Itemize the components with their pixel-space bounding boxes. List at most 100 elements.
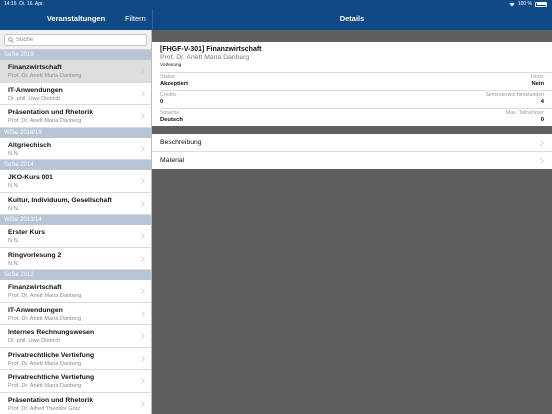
- chevron-right-icon: [141, 355, 145, 362]
- chevron-right-icon: [141, 200, 145, 207]
- course-item-title: Internes Rechnungswesen: [8, 329, 95, 336]
- course-item-lecturer: N.N.: [8, 205, 20, 212]
- course-list-item[interactable]: Privatrechtliche Vertiefung Prof. Dr. Ane…: [0, 370, 151, 393]
- course-item-lecturer: Prof. Dr. Anett Maria Danberg: [8, 293, 82, 299]
- info-value-status: Akzeptiert: [160, 81, 189, 87]
- course-item-title: Erster Kurs: [8, 229, 46, 236]
- course-item-lecturer: Dr. phil. Uwe Dietrich: [8, 95, 61, 102]
- course-item-title: Präsentation und Rhetorik: [8, 109, 93, 116]
- description-row[interactable]: Beschreibung: [152, 134, 552, 152]
- course-item-title: Finanzwirtschaft: [8, 64, 62, 71]
- chevron-right-icon: [141, 310, 145, 317]
- course-item-lecturer: N.N.: [8, 150, 20, 157]
- status-bar: 14:16 Di. 16. Apr. 100 %: [0, 0, 552, 9]
- search-input[interactable]: [16, 37, 136, 43]
- info-value-max-participants: 0: [540, 117, 544, 123]
- course-list-item[interactable]: Präsentation und Rhetorik Prof. Dr. Alfre…: [0, 393, 151, 414]
- course-item-title: Altgriechisch: [8, 141, 52, 149]
- course-list-item[interactable]: Präsentation und Rhetorik Prof. Dr. Anett…: [0, 105, 151, 128]
- info-label-sws: Semesterwochenstunden: [485, 92, 544, 98]
- course-list-item[interactable]: IT-Anwendungen Prof. Dr. Anett Maria Danb…: [0, 303, 151, 325]
- info-value-hoerer: Nein: [531, 81, 544, 87]
- section-header: SoSe 2014: [0, 160, 151, 170]
- search-icon: [8, 37, 14, 43]
- detail-card: [FHGF-V-301] Finanzwirtschaft Prof. Dr. …: [152, 42, 552, 126]
- info-row-credits: Credits 0 Semesterwochenstunden 4: [160, 90, 544, 108]
- section-header: SoSe 2019: [0, 50, 151, 60]
- info-value-language: Deutsch: [160, 117, 183, 123]
- course-list-item[interactable]: Finanzwirtschaft Prof. Dr. Anett Maria Da…: [0, 280, 151, 303]
- course-item-title: Präsentation und Rhetorik: [8, 396, 93, 404]
- search-bar: [0, 30, 151, 50]
- battery-label: 100 %: [517, 1, 532, 7]
- course-list-item[interactable]: Privatrechtliche Vertiefung Prof. Dr. Ane…: [0, 348, 151, 370]
- course-list-item[interactable]: IT-Anwendungen Dr. phil. Uwe Dietrich: [0, 83, 151, 105]
- course-item-title: Privatrechtliche Vertiefung: [8, 374, 95, 381]
- course-list-item[interactable]: Kultur, Individuum, Gesellschaft N.N.: [0, 193, 151, 215]
- chevron-right-icon: [141, 68, 145, 74]
- course-item-lecturer: Prof. Dr. Anett Maria Danberg: [8, 118, 82, 124]
- course-item-title: Kultur, Individuum, Gesellschaft: [8, 196, 112, 204]
- course-list-item[interactable]: Finanzwirtschaft Prof. Dr. Anett Maria Da…: [0, 60, 151, 83]
- course-item-title: IT-Anwendungen: [8, 86, 63, 94]
- course-item-lecturer: Prof. Dr. Anett Maria Danberg: [8, 360, 82, 367]
- description-label: Beschreibung: [160, 139, 202, 146]
- navigation-bar: Veranstaltungen Filtern Details: [0, 9, 552, 30]
- chevron-right-icon: [141, 378, 145, 384]
- section-header: WiSe 2013/14: [0, 215, 151, 225]
- chevron-right-icon: [141, 145, 145, 152]
- info-label-max-participants: Max. Teilnehmer: [506, 110, 544, 116]
- material-label: Material: [160, 156, 185, 164]
- course-list-item[interactable]: JKO-Kurs 001 N.N.: [0, 170, 151, 193]
- chevron-right-icon: [141, 333, 145, 339]
- section-header: SoSe 2012: [0, 270, 151, 280]
- info-label-status: Status: [160, 74, 175, 80]
- course-list-item[interactable]: Altgriechisch N.N.: [0, 138, 151, 160]
- course-item-lecturer: N.N.: [8, 260, 20, 267]
- course-item-title: Ringvorlesung 2: [8, 251, 62, 259]
- course-list-item[interactable]: Internes Rechnungswesen Dr. phil. Uwe Die…: [0, 325, 151, 348]
- info-label-language: Sprache: [160, 110, 180, 116]
- course-item-lecturer: Prof. Dr. Alfred Theodor Götz: [8, 405, 81, 412]
- detail-links: Beschreibung Material: [152, 134, 552, 169]
- course-list-item[interactable]: Erster Kurs N.N.: [0, 225, 151, 248]
- course-item-lecturer: Dr. phil. Uwe Dietrich: [8, 338, 61, 344]
- chevron-right-icon: [141, 178, 145, 184]
- course-item-lecturer: Prof. Dr. Anett Maria Danberg: [8, 315, 82, 322]
- course-sections: SoSe 2019 Finanzwirtschaft Prof. Dr. Anett…: [0, 50, 151, 414]
- course-list-sidebar: SoSe 2019 Finanzwirtschaft Prof. Dr. Anett…: [0, 30, 152, 414]
- wifi-icon: [509, 2, 515, 6]
- course-item-title: JKO-Kurs 001: [8, 174, 53, 181]
- info-row-status: Status Akzeptiert Hörer Nein: [160, 72, 544, 90]
- chevron-right-icon: [141, 400, 145, 407]
- chevron-right-icon: [141, 233, 145, 239]
- info-value-sws: 4: [540, 99, 544, 105]
- material-row[interactable]: Material: [152, 152, 552, 170]
- course-type: Vorlesung: [160, 63, 182, 68]
- status-right: 100 %: [509, 1, 547, 7]
- filter-button[interactable]: Filtern: [125, 14, 146, 23]
- course-item-lecturer: Prof. Dr. Anett Maria Danberg: [8, 383, 82, 389]
- course-item-title: Finanzwirtschaft: [8, 284, 62, 291]
- course-item-lecturer: Prof. Dr. Anett Maria Danberg: [8, 73, 82, 79]
- info-label-credits: Credits: [160, 92, 177, 98]
- course-list-item[interactable]: Ringvorlesung 2 N.N.: [0, 248, 151, 270]
- info-value-credits: 0: [160, 99, 164, 105]
- info-label-hoerer: Hörer: [531, 74, 544, 80]
- search-box[interactable]: [4, 34, 147, 46]
- course-item-title: Privatrechtliche Vertiefung: [8, 351, 95, 359]
- status-time: 14:16 Di. 16. Apr.: [4, 1, 44, 7]
- chevron-right-icon: [141, 90, 145, 97]
- chevron-right-icon: [141, 113, 145, 119]
- chevron-right-icon: [540, 140, 544, 146]
- nav-right-title: Details: [339, 14, 365, 23]
- chevron-right-icon: [141, 255, 145, 262]
- course-lecturer: Prof. Dr. Anett Maria Danberg: [160, 54, 250, 61]
- battery-icon: [535, 1, 547, 7]
- chevron-right-icon: [540, 157, 544, 164]
- course-item-lecturer: N.N.: [8, 238, 20, 244]
- course-item-title: IT-Anwendungen: [8, 306, 63, 314]
- course-item-lecturer: N.N.: [8, 183, 20, 189]
- info-row-language: Sprache Deutsch Max. Teilnehmer 0: [160, 108, 544, 126]
- section-header: WiSe 2018/19: [0, 127, 151, 138]
